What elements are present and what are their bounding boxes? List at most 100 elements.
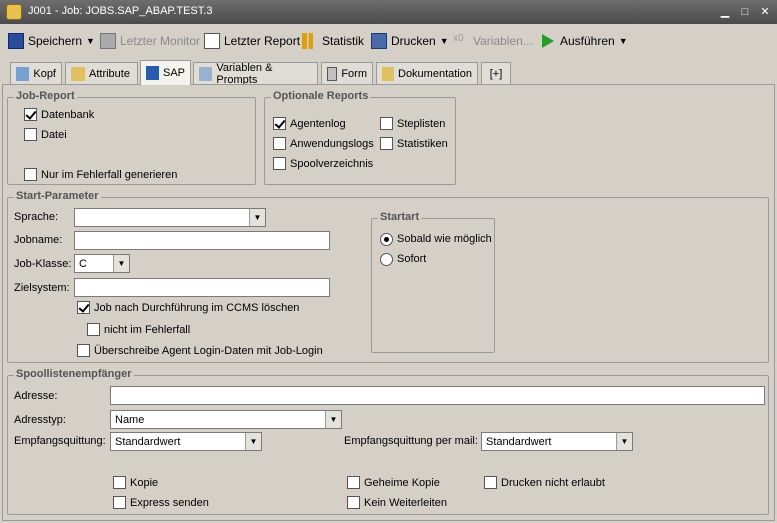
- address-type-select[interactable]: Name ▼: [110, 410, 342, 429]
- asap-label: Sobald wie möglich: [397, 233, 492, 245]
- jobname-input[interactable]: [74, 231, 330, 250]
- not-on-error-label: nicht im Fehlerfall: [104, 324, 191, 336]
- chevron-down-icon[interactable]: ▼: [619, 36, 628, 46]
- tab-sap[interactable]: SAP: [140, 60, 191, 85]
- copy-checkbox[interactable]: [113, 476, 126, 489]
- spool-directory-checkbox[interactable]: [273, 157, 286, 170]
- receipt-mail-select[interactable]: Standardwert ▼: [481, 432, 633, 451]
- override-login-checkbox[interactable]: [77, 344, 90, 357]
- chevron-down-icon[interactable]: ▼: [249, 209, 265, 226]
- last-report-button[interactable]: Letzter Report: [204, 32, 300, 50]
- address-input[interactable]: [110, 386, 765, 405]
- chevron-down-icon[interactable]: ▼: [245, 433, 261, 450]
- last-monitor-button[interactable]: Letzter Monitor: [100, 32, 200, 50]
- database-checkbox[interactable]: [24, 108, 37, 121]
- play-icon: [542, 34, 554, 48]
- sap-icon: [146, 66, 159, 80]
- database-label: Datenbank: [41, 109, 95, 121]
- language-label: Sprache:: [14, 211, 59, 223]
- monitor-icon: [100, 33, 116, 49]
- title-bar: J001 - Job: JOBS.SAP_ABAP.TEST.3 ▁ □ ✕: [0, 0, 777, 24]
- agent-log-label: Agentenlog: [290, 118, 346, 130]
- start-parameter-title: Start-Parameter: [14, 190, 101, 202]
- header-icon: [16, 66, 30, 81]
- target-system-label: Zielsystem:: [14, 282, 70, 294]
- chevron-down-icon[interactable]: ▼: [113, 255, 129, 272]
- attributes-icon: [71, 66, 85, 81]
- print-button[interactable]: Drucken ▼: [371, 32, 449, 50]
- tab-documentation[interactable]: Dokumentation: [376, 62, 478, 84]
- tab-add[interactable]: [+]: [481, 62, 511, 84]
- no-print-label: Drucken nicht erlaubt: [501, 477, 605, 489]
- chevron-down-icon[interactable]: ▼: [325, 411, 341, 428]
- variables-button[interactable]: x0 Variablen...: [453, 32, 533, 50]
- immediately-radio[interactable]: [380, 253, 393, 266]
- statistics-icon: [302, 33, 318, 49]
- agent-log-checkbox[interactable]: [273, 117, 286, 130]
- no-forward-label: Kein Weiterleiten: [364, 497, 447, 509]
- floppy-disk-icon: [8, 33, 24, 49]
- tab-bar: Kopf Attribute SAP Variablen & Prompts F…: [0, 60, 777, 86]
- maximize-icon[interactable]: □: [738, 5, 752, 19]
- job-class-select[interactable]: C ▼: [74, 254, 130, 273]
- spool-title: Spoollistenempfänger: [14, 368, 134, 380]
- delete-ccms-label: Job nach Durchführung im CCMS löschen: [94, 302, 300, 314]
- language-select[interactable]: ▼: [74, 208, 266, 227]
- express-checkbox[interactable]: [113, 496, 126, 509]
- tab-attribute[interactable]: Attribute: [65, 62, 138, 84]
- statistics-button[interactable]: Statistik: [302, 32, 364, 50]
- no-forward-checkbox[interactable]: [347, 496, 360, 509]
- step-lists-checkbox[interactable]: [380, 117, 393, 130]
- statistics-checkbox[interactable]: [380, 137, 393, 150]
- immediately-label: Sofort: [397, 253, 427, 265]
- file-checkbox[interactable]: [24, 128, 37, 141]
- chevron-down-icon[interactable]: ▼: [616, 433, 632, 450]
- spool-directory-label: Spoolverzeichnis: [290, 158, 374, 170]
- receipt-label: Empfangsquittung:: [14, 435, 106, 447]
- no-print-checkbox[interactable]: [484, 476, 497, 489]
- address-label: Adresse:: [14, 390, 58, 402]
- only-on-error-checkbox[interactable]: [24, 168, 37, 181]
- variables-icon: x0: [453, 33, 464, 44]
- job-icon: [6, 4, 22, 20]
- variables-prompts-icon: [199, 66, 213, 81]
- statistics-label: Statistiken: [397, 138, 448, 150]
- form-icon: [327, 66, 338, 81]
- only-on-error-label: Nur im Fehlerfall generieren: [41, 169, 178, 181]
- tab-kopf[interactable]: Kopf: [10, 62, 62, 84]
- tab-variables-prompts[interactable]: Variablen & Prompts: [193, 62, 318, 86]
- minimize-icon[interactable]: ▁: [718, 5, 732, 19]
- start-type-title: Startart: [378, 211, 422, 223]
- express-label: Express senden: [130, 497, 209, 509]
- copy-label: Kopie: [130, 477, 159, 489]
- step-lists-label: Steplisten: [397, 118, 446, 130]
- toolbar: Speichern ▼ Letzter Monitor Letzter Repor…: [0, 28, 777, 54]
- chevron-down-icon[interactable]: ▼: [440, 36, 449, 46]
- execute-button[interactable]: Ausführen ▼: [542, 32, 628, 50]
- optional-reports-title: Optionale Reports: [271, 90, 371, 102]
- application-logs-label: Anwendungslogs: [290, 138, 374, 150]
- chevron-down-icon[interactable]: ▼: [86, 36, 95, 46]
- receipt-select[interactable]: Standardwert ▼: [110, 432, 262, 451]
- address-type-label: Adresstyp:: [14, 414, 66, 426]
- documentation-icon: [382, 66, 394, 81]
- receipt-mail-label: Empfangsquittung per mail:: [344, 435, 478, 447]
- asap-radio[interactable]: [380, 233, 393, 246]
- delete-ccms-checkbox[interactable]: [77, 301, 90, 314]
- not-on-error-checkbox[interactable]: [87, 323, 100, 336]
- jobname-label: Jobname:: [14, 234, 63, 246]
- secret-copy-checkbox[interactable]: [347, 476, 360, 489]
- job-class-label: Job-Klasse:: [14, 258, 72, 270]
- tab-form[interactable]: Form: [321, 62, 373, 84]
- window-title: J001 - Job: JOBS.SAP_ABAP.TEST.3: [28, 5, 213, 17]
- secret-copy-label: Geheime Kopie: [364, 477, 440, 489]
- application-logs-checkbox[interactable]: [273, 137, 286, 150]
- save-button[interactable]: Speichern ▼: [8, 32, 95, 50]
- close-icon[interactable]: ✕: [758, 5, 772, 19]
- override-login-label: Überschreibe Agent Login-Daten mit Job-L…: [94, 345, 323, 357]
- report-icon: [204, 33, 220, 49]
- target-system-input[interactable]: [74, 278, 330, 297]
- printer-icon: [371, 33, 387, 49]
- file-label: Datei: [41, 129, 67, 141]
- job-report-title: Job-Report: [14, 90, 77, 102]
